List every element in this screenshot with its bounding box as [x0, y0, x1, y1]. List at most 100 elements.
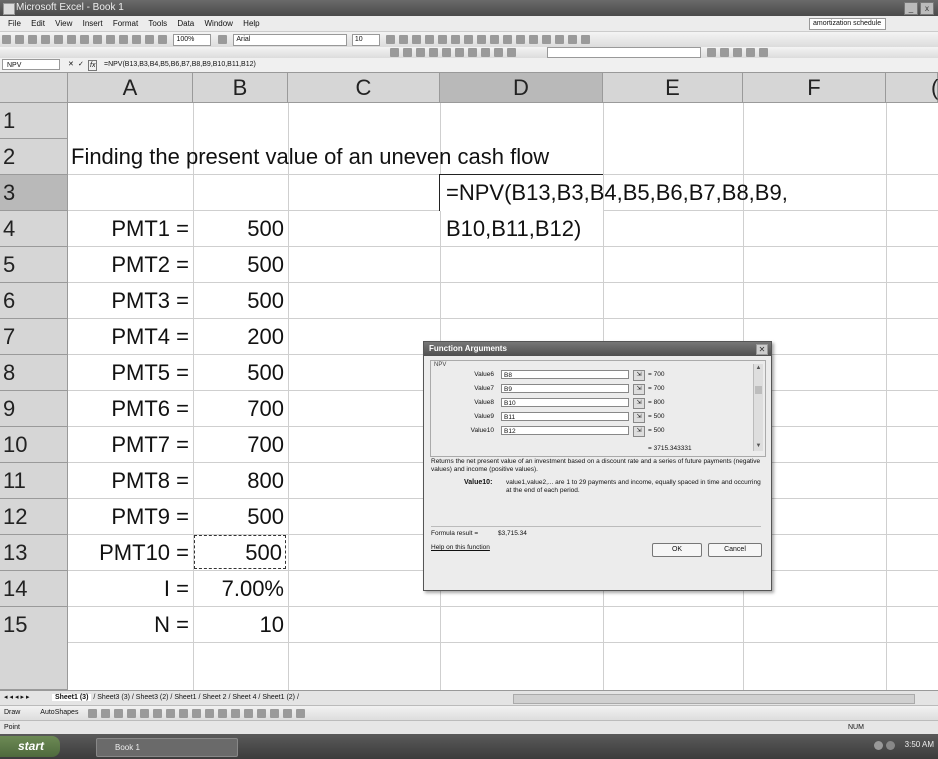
- confirm-entry-icon[interactable]: ✓: [78, 58, 84, 72]
- draw-menu[interactable]: Draw: [4, 709, 20, 716]
- comma-icon[interactable]: [503, 35, 513, 44]
- percent-icon[interactable]: [490, 35, 500, 44]
- ask-question-box[interactable]: amortization schedule: [809, 18, 886, 30]
- horizontal-scrollbar[interactable]: [513, 694, 915, 704]
- column-header-d[interactable]: D: [440, 73, 603, 103]
- menu-file[interactable]: File: [8, 16, 21, 31]
- tray-icon[interactable]: [886, 741, 895, 750]
- tab-sheet-4[interactable]: Sheet 4: [232, 694, 256, 701]
- print-icon[interactable]: [41, 35, 50, 44]
- value-cell[interactable]: 7.00%: [193, 571, 284, 607]
- align-center-icon[interactable]: [438, 35, 448, 44]
- line-style-icon[interactable]: [244, 709, 254, 718]
- autoshapes-menu[interactable]: AutoShapes: [40, 709, 78, 716]
- formula-edit-line2[interactable]: B10,B11,B12): [446, 211, 581, 247]
- line-icon[interactable]: [88, 709, 98, 718]
- review-icon[interactable]: [507, 48, 517, 57]
- select-all-corner[interactable]: [0, 73, 68, 103]
- align-right-icon[interactable]: [451, 35, 461, 44]
- review-icon[interactable]: [429, 48, 439, 57]
- value-cell[interactable]: 500: [193, 499, 284, 535]
- row-header[interactable]: 8: [0, 355, 68, 391]
- arg-input[interactable]: B9: [501, 384, 629, 393]
- scroll-down-icon[interactable]: ▼: [754, 442, 763, 451]
- help-icon[interactable]: [217, 35, 227, 44]
- review-icon[interactable]: [455, 48, 465, 57]
- tab-sheet1[interactable]: Sheet1: [174, 694, 196, 701]
- new-icon[interactable]: [2, 35, 11, 44]
- scroll-thumb[interactable]: [755, 386, 762, 394]
- arg-input[interactable]: B8: [501, 370, 629, 379]
- font-color-icon[interactable]: [231, 709, 241, 718]
- tab-sheet1-2[interactable]: Sheet1 (2): [262, 694, 295, 701]
- ok-button[interactable]: OK: [652, 543, 702, 557]
- wordart-icon[interactable]: [153, 709, 163, 718]
- euro-icon[interactable]: [516, 35, 526, 44]
- borders-icon[interactable]: [555, 35, 565, 44]
- autosum-icon[interactable]: [145, 35, 154, 44]
- row-header[interactable]: 9: [0, 391, 68, 427]
- label-cell[interactable]: PMT8 =: [68, 463, 189, 499]
- picture-icon[interactable]: [192, 709, 202, 718]
- font-color-icon[interactable]: [581, 35, 591, 44]
- value-cell[interactable]: 500: [193, 211, 284, 247]
- value-cell[interactable]: 200: [193, 319, 284, 355]
- row-header[interactable]: 12: [0, 499, 68, 535]
- arrow-icon[interactable]: [101, 709, 111, 718]
- decimal-icon[interactable]: [529, 35, 539, 44]
- underline-icon[interactable]: [412, 35, 422, 44]
- row-header[interactable]: 11: [0, 463, 68, 499]
- tab-sheet-2[interactable]: Sheet 2: [202, 694, 226, 701]
- review-icon[interactable]: [468, 48, 478, 57]
- collapse-dialog-icon[interactable]: ⇲: [633, 426, 645, 437]
- help-link[interactable]: Help on this function: [431, 544, 490, 551]
- name-box[interactable]: NPV: [2, 59, 60, 70]
- chart-icon[interactable]: [132, 35, 141, 44]
- picture-icon[interactable]: [707, 48, 717, 57]
- row-header[interactable]: 6: [0, 283, 68, 319]
- cut-icon[interactable]: [67, 35, 76, 44]
- bold-icon[interactable]: [386, 35, 396, 44]
- label-cell[interactable]: I =: [68, 571, 189, 607]
- label-cell[interactable]: PMT5 =: [68, 355, 189, 391]
- label-cell[interactable]: PMT7 =: [68, 427, 189, 463]
- picture-icon[interactable]: [733, 48, 743, 57]
- review-icon[interactable]: [481, 48, 491, 57]
- column-header-g[interactable]: (: [886, 73, 938, 103]
- value-cell[interactable]: 500: [193, 283, 284, 319]
- label-cell[interactable]: PMT4 =: [68, 319, 189, 355]
- review-icon[interactable]: [494, 48, 504, 57]
- italic-icon[interactable]: [399, 35, 409, 44]
- menu-edit[interactable]: Edit: [31, 16, 45, 31]
- column-header-f[interactable]: F: [743, 73, 886, 103]
- row-header[interactable]: 1: [0, 103, 68, 139]
- row-header[interactable]: 14: [0, 571, 68, 607]
- formula-edit-line1[interactable]: =NPV(B13,B3,B4,B5,B6,B7,B8,B9,: [446, 175, 788, 211]
- row-header[interactable]: 4: [0, 211, 68, 247]
- formula-input[interactable]: =NPV(B13,B3,B4,B5,B6,B7,B8,B9,B10,B11,B1…: [104, 58, 256, 72]
- open-icon[interactable]: [15, 35, 24, 44]
- merge-icon[interactable]: [464, 35, 474, 44]
- title-cell-a1[interactable]: Finding the present value of an uneven c…: [71, 139, 549, 175]
- value-cell[interactable]: 700: [193, 391, 284, 427]
- tray-icon[interactable]: [874, 741, 883, 750]
- picture-icon[interactable]: [746, 48, 756, 57]
- menu-help[interactable]: Help: [243, 16, 259, 31]
- value-cell[interactable]: 800: [193, 463, 284, 499]
- clipart-icon[interactable]: [179, 709, 189, 718]
- column-header-c[interactable]: C: [288, 73, 440, 103]
- menu-data[interactable]: Data: [177, 16, 194, 31]
- row-header[interactable]: 10: [0, 427, 68, 463]
- column-header-b[interactable]: B: [193, 73, 288, 103]
- review-icon[interactable]: [442, 48, 452, 57]
- value-cell[interactable]: 10: [193, 607, 284, 643]
- collapse-dialog-icon[interactable]: ⇲: [633, 384, 645, 395]
- cancel-button[interactable]: Cancel: [708, 543, 762, 557]
- review-icon[interactable]: [416, 48, 426, 57]
- sort-icon[interactable]: [158, 35, 167, 44]
- close-icon[interactable]: x: [920, 2, 934, 15]
- review-icon[interactable]: [403, 48, 413, 57]
- font-dropdown[interactable]: Arial: [233, 34, 348, 46]
- minimize-icon[interactable]: _: [904, 2, 918, 15]
- review-icon[interactable]: [390, 48, 400, 57]
